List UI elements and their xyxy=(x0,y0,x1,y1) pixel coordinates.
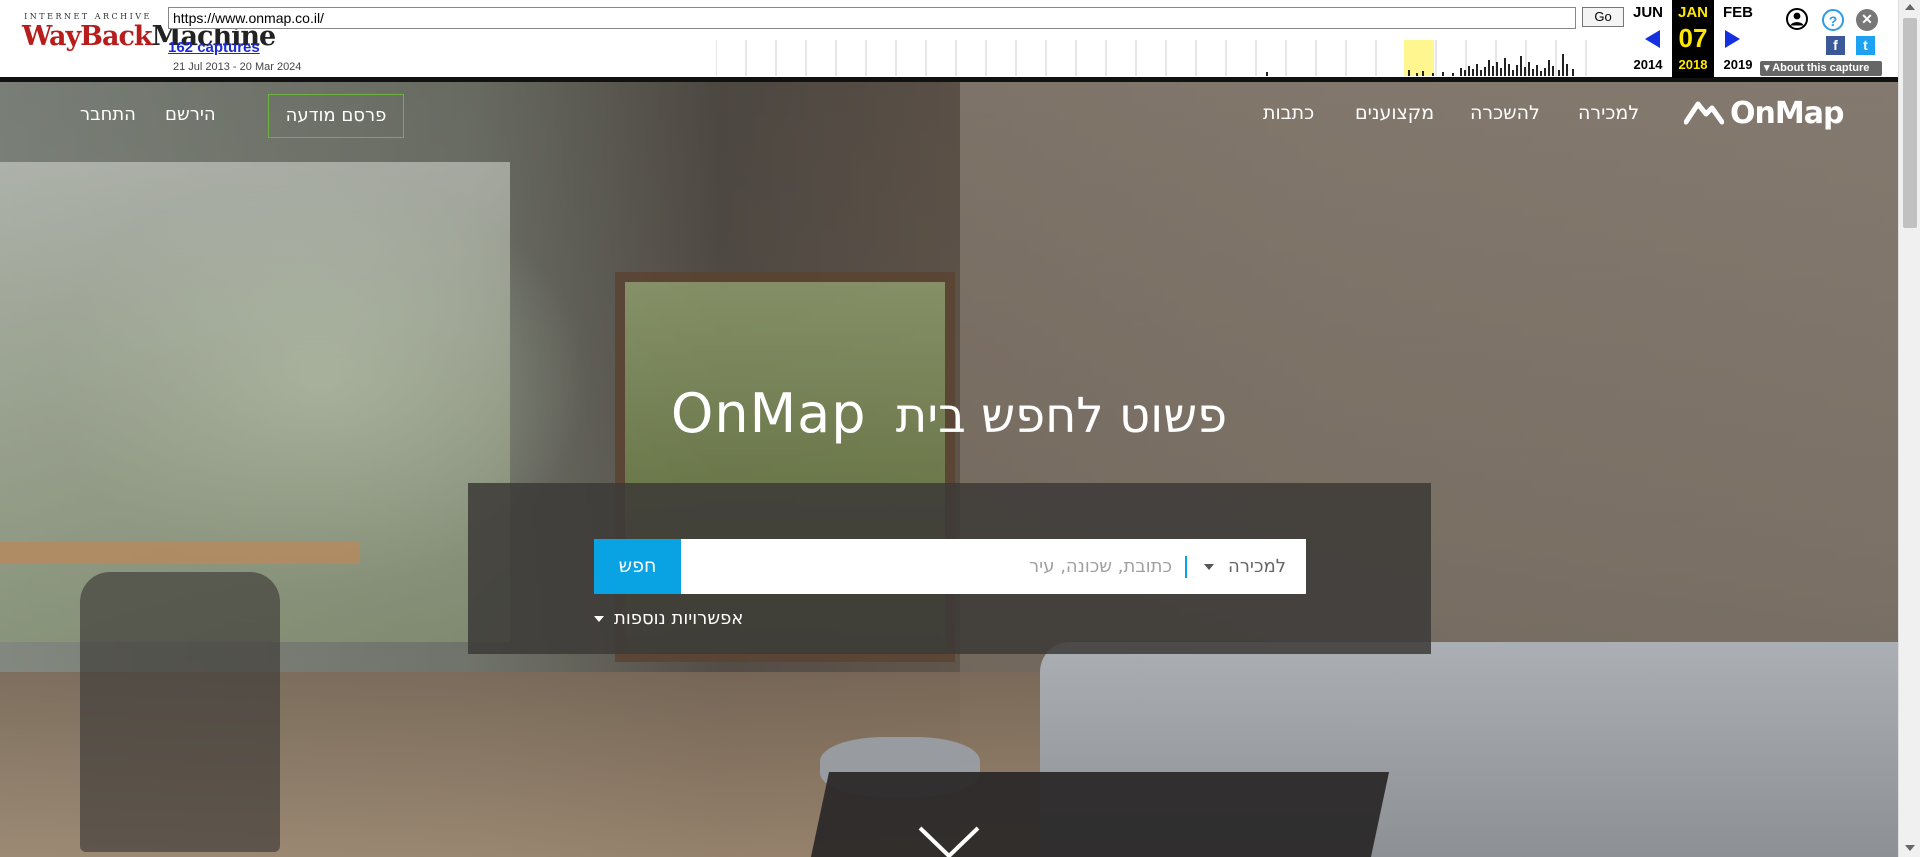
publish-ad-button[interactable]: פרסם מודעה xyxy=(268,94,404,138)
scrollbar-thumb[interactable] xyxy=(1903,18,1917,228)
wayback-prev-month[interactable]: JUN xyxy=(1628,4,1668,21)
prev-arrow-icon[interactable] xyxy=(1645,30,1660,48)
caret-down-icon xyxy=(594,615,604,622)
nav-sale[interactable]: למכירה xyxy=(1578,102,1639,124)
wayback-logo[interactable]: INTERNET ARCHIVE WayBackMachine xyxy=(22,12,276,64)
onmap-logo-text: OnMap xyxy=(1730,95,1844,131)
onmap-logo[interactable]: OnMap xyxy=(1684,95,1844,131)
login-link[interactable]: התחבר xyxy=(80,104,136,125)
more-options-label: אפשרויות נוספות xyxy=(614,608,744,629)
background-chair xyxy=(80,572,280,852)
search-input[interactable] xyxy=(681,539,1186,594)
wayback-next-month[interactable]: FEB xyxy=(1718,4,1758,21)
search-panel: חפש למכירה אפשרויות נוספות xyxy=(468,483,1431,654)
twitter-icon[interactable]: t xyxy=(1856,36,1875,55)
nav-articles[interactable]: כתבות xyxy=(1263,102,1314,124)
hero-title-main: פשוט לחפש בית xyxy=(895,388,1228,444)
wayback-about-capture[interactable]: ▾ About this capture xyxy=(1760,61,1882,76)
close-icon[interactable]: ✕ xyxy=(1856,9,1878,31)
next-arrow-icon[interactable] xyxy=(1725,30,1740,48)
wayback-logo-top: INTERNET ARCHIVE xyxy=(24,12,152,21)
help-icon[interactable]: ? xyxy=(1822,9,1844,31)
caret-down-icon: ▾ xyxy=(1764,62,1770,74)
wayback-capture-sparkline[interactable] xyxy=(716,40,1602,76)
search-bar: חפש למכירה xyxy=(594,539,1306,594)
more-options-toggle[interactable]: אפשרויות נוספות xyxy=(594,608,743,629)
nav-rent[interactable]: להשכרה xyxy=(1470,102,1540,124)
deal-type-select[interactable]: למכירה xyxy=(1194,539,1306,594)
wayback-toolbar: INTERNET ARCHIVE WayBackMachine Go 162 c… xyxy=(0,0,1898,82)
scroll-up-arrow-icon[interactable] xyxy=(1905,4,1915,10)
wayback-logo-wayback: WayBack xyxy=(22,21,153,52)
hero-title: OnMap פשוט לחפש בית xyxy=(0,382,1898,445)
facebook-icon[interactable]: f xyxy=(1826,36,1845,55)
hero-section: OnMap למכירה להשכרה מקצוענים כתבות פרסם … xyxy=(0,82,1898,857)
wayback-current-day: 07 xyxy=(1678,23,1708,53)
wayback-current-year: 2018 xyxy=(1678,57,1708,72)
page-scrollbar[interactable] xyxy=(1898,0,1920,857)
wayback-url-input[interactable] xyxy=(168,7,1576,29)
user-icon[interactable] xyxy=(1786,8,1808,30)
wayback-logo-wordmark: WayBackMachine xyxy=(22,21,276,53)
wayback-about-label: About this capture xyxy=(1772,62,1870,74)
wayback-date-range: 21 Jul 2013 - 20 Mar 2024 xyxy=(173,61,302,73)
background-dining-table xyxy=(0,542,360,564)
chevron-down-icon xyxy=(1204,563,1214,570)
wayback-go-button[interactable]: Go xyxy=(1582,7,1624,27)
nav-professionals[interactable]: מקצוענים xyxy=(1355,102,1434,124)
wayback-prev-year[interactable]: 2014 xyxy=(1628,57,1668,72)
search-button[interactable]: חפש xyxy=(594,539,681,594)
wayback-next-year[interactable]: 2019 xyxy=(1718,57,1758,72)
wayback-current-capture: JAN 07 2018 xyxy=(1672,0,1714,78)
search-cursor-divider xyxy=(1185,556,1187,578)
wayback-captures-link[interactable]: 162 captures xyxy=(168,39,260,56)
scroll-down-arrow-icon[interactable] xyxy=(1905,845,1915,851)
register-link[interactable]: הירשם xyxy=(165,104,216,125)
hero-title-brand: OnMap xyxy=(670,382,867,445)
scroll-down-chevron-icon[interactable] xyxy=(916,822,982,857)
background-coffee-table xyxy=(810,772,1390,857)
wayback-current-month: JAN xyxy=(1677,4,1708,21)
deal-type-value: למכירה xyxy=(1228,556,1286,577)
onmap-logo-icon xyxy=(1684,101,1724,125)
